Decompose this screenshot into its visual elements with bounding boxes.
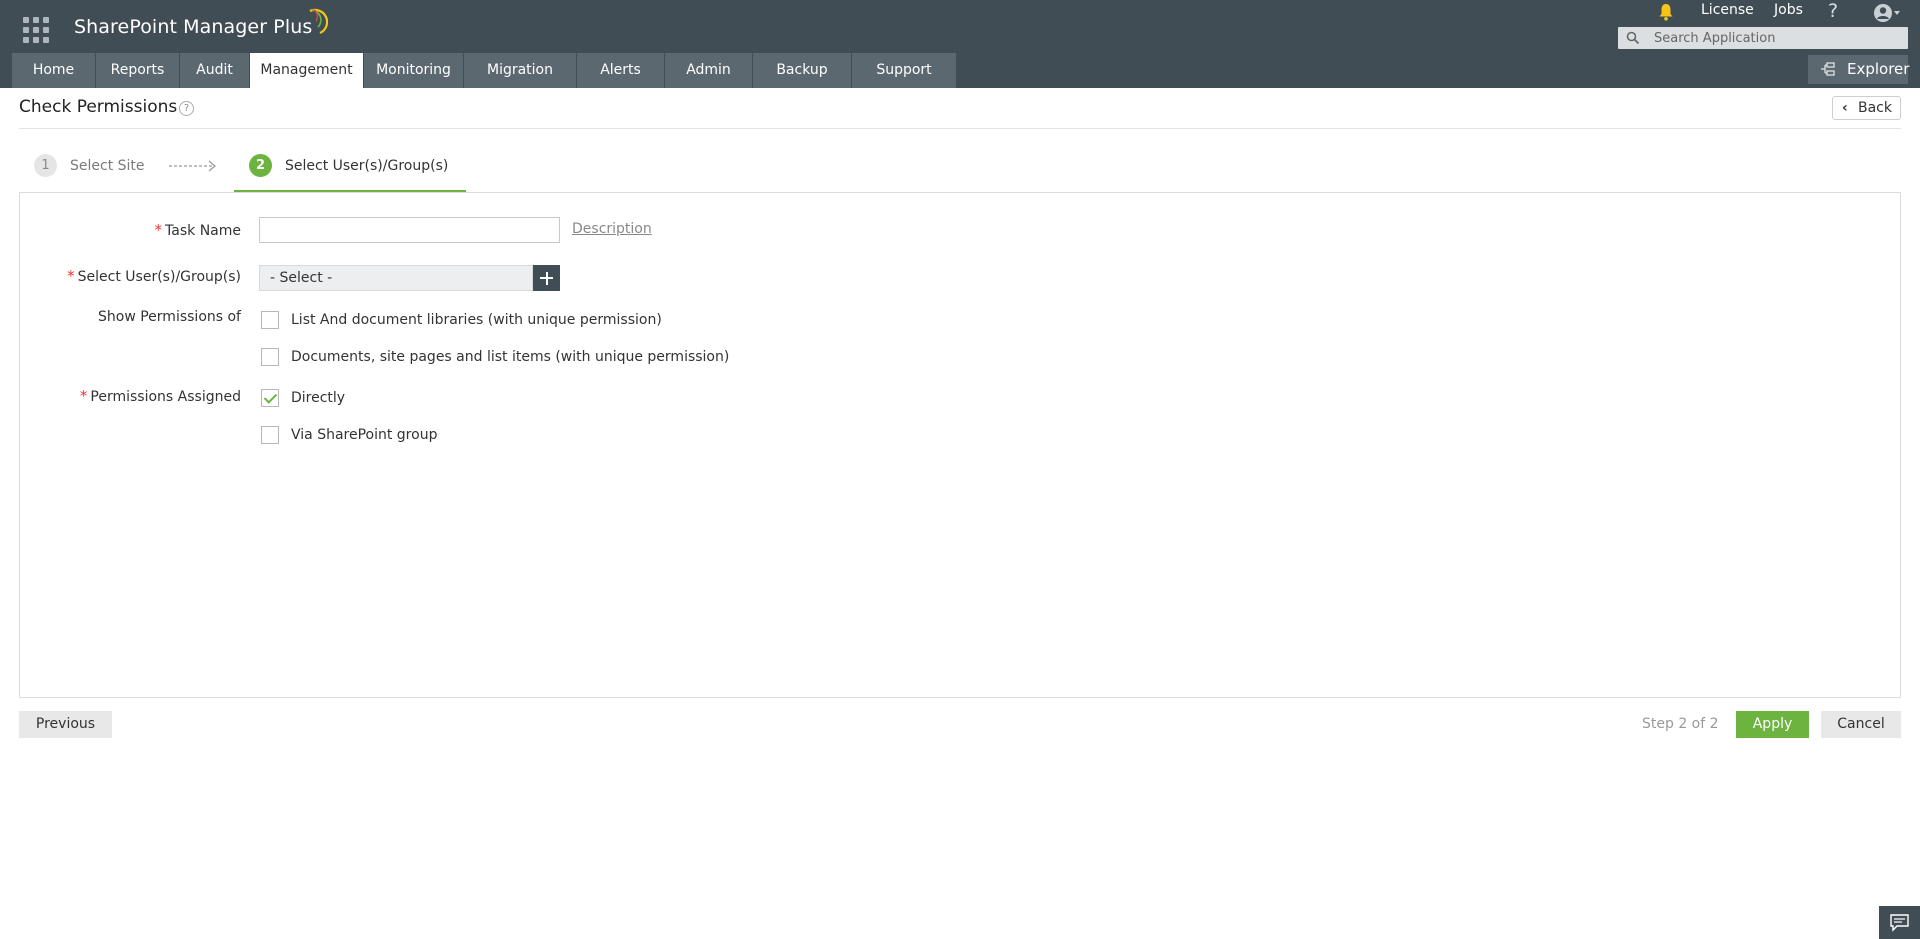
chevron-left-icon: ‹ [1842,100,1848,116]
page-help-icon[interactable]: ? [179,101,194,116]
chat-icon [1890,914,1909,932]
checkbox-checked[interactable] [261,389,279,407]
checkbox-label: Via SharePoint group [291,427,438,443]
add-users-button[interactable] [533,265,560,291]
logo-arc-icon [309,8,329,35]
checkbox-label: List And document libraries (with unique… [291,312,662,328]
title-divider [19,128,1901,129]
apply-button[interactable]: Apply [1736,711,1809,738]
explorer-tree-icon [1821,62,1835,76]
nav-tab-migration[interactable]: Migration [464,53,576,88]
required-marker: * [154,221,163,239]
nav-tab-reports[interactable]: Reports [96,53,179,88]
license-link[interactable]: License [1701,2,1754,18]
app-name: SharePoint Manager Plus [74,16,313,38]
step-number: 1 [34,154,57,177]
checkbox-directly[interactable]: Directly [261,389,345,407]
checkbox[interactable] [261,426,279,444]
nav-tab-alerts[interactable]: Alerts [577,53,664,88]
explorer-button[interactable]: Explorer [1808,55,1910,84]
back-label: Back [1858,100,1892,116]
step-label: Select Site [70,157,145,174]
explorer-label: Explorer [1847,60,1910,78]
step-label: Select User(s)/Group(s) [285,157,449,174]
step-select-users[interactable]: 2 Select User(s)/Group(s) [249,154,448,177]
search-input[interactable] [1654,27,1904,49]
nav-tab-support[interactable]: Support [852,53,956,88]
show-permissions-label: Show Permissions of [98,309,241,325]
app-logo[interactable]: SharePoint Manager Plus [74,8,329,44]
app-launcher-icon[interactable] [23,17,49,43]
step-number: 2 [249,154,272,177]
checkbox-lists-libraries[interactable]: List And document libraries (with unique… [261,311,662,329]
nav-tab-backup[interactable]: Backup [753,53,851,88]
top-header: SharePoint Manager Plus License Jobs ? H… [0,0,1920,88]
step-select-site[interactable]: 1 Select Site [34,154,145,177]
user-menu-icon[interactable] [1873,3,1901,23]
notification-bell-icon[interactable] [1658,3,1674,21]
permissions-assigned-label: * Permissions Assigned [79,387,241,405]
required-marker: * [79,387,88,405]
checkbox[interactable] [261,348,279,366]
help-icon[interactable]: ? [1828,0,1838,22]
chat-button[interactable] [1879,906,1920,939]
nav-tab-home[interactable]: Home [12,53,95,88]
nav-tab-admin[interactable]: Admin [665,53,752,88]
description-link[interactable]: Description [572,221,652,237]
checkbox-label: Documents, site pages and list items (wi… [291,349,730,365]
checkbox-via-sharepoint-group[interactable]: Via SharePoint group [261,426,437,444]
search-icon[interactable] [1626,31,1640,45]
dashed-arrow-icon [169,160,216,172]
search-box [1618,27,1908,49]
page-title: Check Permissions [19,97,178,117]
checkbox[interactable] [261,311,279,329]
task-name-label: * Task Name [154,221,241,239]
select-users-label: * Select User(s)/Group(s) [67,267,241,285]
users-select[interactable]: - Select - [259,265,533,291]
nav-tab-management[interactable]: Management [250,53,363,88]
nav-tab-audit[interactable]: Audit [180,53,249,88]
back-button[interactable]: ‹ Back [1832,96,1901,120]
checkbox-documents-pages[interactable]: Documents, site pages and list items (wi… [261,348,729,366]
required-marker: * [67,267,75,285]
step-counter: Step 2 of 2 [1642,716,1719,732]
main-nav: Home Reports Audit Management Monitoring Migr… [12,53,957,88]
nav-tab-monitoring[interactable]: Monitoring [364,53,463,88]
previous-button[interactable]: Previous [19,711,112,738]
task-name-input[interactable] [259,217,560,243]
cancel-button[interactable]: Cancel [1821,711,1901,738]
jobs-link[interactable]: Jobs [1774,2,1803,18]
checkbox-label: Directly [291,390,346,406]
